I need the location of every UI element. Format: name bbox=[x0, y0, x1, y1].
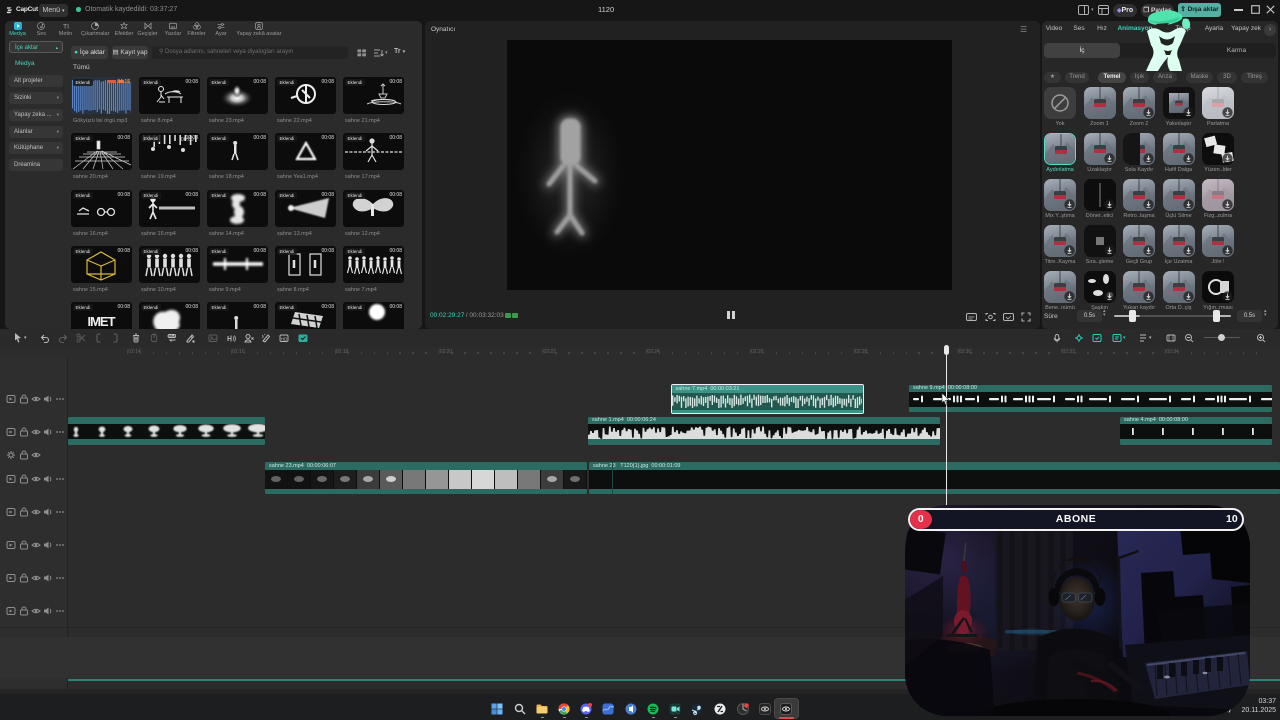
svg-text:HD: HD bbox=[281, 336, 288, 341]
svg-text:IMET: IMET bbox=[87, 314, 115, 329]
svg-text:TI: TI bbox=[63, 24, 69, 31]
